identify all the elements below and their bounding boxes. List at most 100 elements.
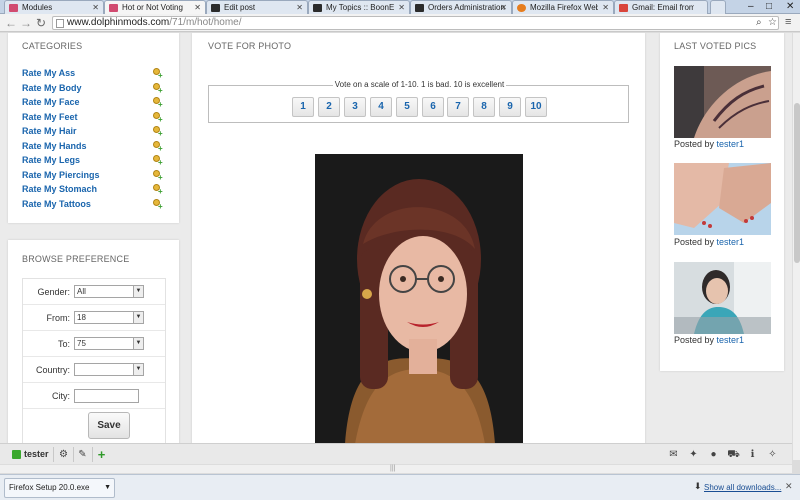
category-link[interactable]: Rate My Body — [22, 83, 82, 93]
scrollbar-thumb[interactable] — [794, 103, 800, 263]
wrench-menu-icon[interactable]: ≡ — [785, 16, 791, 28]
vote-10-button[interactable]: 10 — [525, 97, 547, 117]
award-add-icon[interactable]: + — [153, 141, 165, 153]
scrollbar-grip-icon: ||| — [390, 465, 396, 472]
page-content: CATEGORIES Rate My Ass Rate My Body Rate… — [0, 33, 792, 443]
divider — [53, 447, 54, 462]
vote-5-button[interactable]: 5 — [396, 97, 418, 117]
firefox-favicon-icon — [517, 4, 526, 12]
preference-form: Gender: All ▼ From: 18 ▼ To: 75 ▼ Countr… — [22, 278, 166, 443]
vote-1-button[interactable]: 1 — [292, 97, 314, 117]
new-tab-button[interactable] — [710, 0, 726, 14]
bookmark-star-icon[interactable]: ☆ — [768, 17, 777, 29]
forward-arrow-icon[interactable]: → — [20, 15, 32, 31]
info-icon[interactable]: ℹ — [744, 446, 761, 463]
award-add-icon[interactable]: + — [153, 184, 165, 196]
user-link[interactable]: tester1 — [717, 335, 745, 345]
city-input[interactable] — [74, 389, 139, 403]
close-icon[interactable]: ✕ — [398, 1, 405, 14]
category-link[interactable]: Rate My Piercings — [22, 170, 100, 180]
vote-2-button[interactable]: 2 — [318, 97, 340, 117]
show-all-downloads-link[interactable]: Show all downloads... — [704, 483, 781, 492]
award-add-icon[interactable]: + — [153, 112, 165, 124]
award-add-icon[interactable]: + — [153, 83, 165, 95]
close-icon[interactable]: ✕ — [602, 1, 609, 14]
user-link[interactable]: tester1 — [717, 139, 745, 149]
category-link[interactable]: Rate My Hands — [22, 141, 87, 151]
close-icon[interactable]: ✕ — [785, 481, 793, 492]
online-status-icon — [12, 450, 21, 459]
modules-favicon-icon — [9, 4, 18, 12]
award-add-icon[interactable]: + — [153, 68, 165, 80]
user-link[interactable]: tester1 — [717, 237, 745, 247]
category-link[interactable]: Rate My Face — [22, 97, 80, 107]
tab-modules[interactable]: Modules ✕ — [4, 0, 104, 14]
award-add-icon[interactable]: + — [153, 155, 165, 167]
category-link[interactable]: Rate My Ass — [22, 68, 75, 78]
window-close-icon[interactable]: ✕ — [786, 0, 794, 13]
reload-icon[interactable]: ↻ — [36, 15, 46, 31]
category-link[interactable]: Rate My Legs — [22, 155, 80, 165]
wrench-icon[interactable]: ✧ — [764, 446, 781, 463]
vote-9-button[interactable]: 9 — [499, 97, 521, 117]
mail-icon[interactable]: ✉ — [665, 446, 682, 463]
horizontal-scrollbar[interactable]: ||| — [0, 464, 792, 473]
gender-label: Gender: — [37, 287, 70, 297]
address-bar[interactable]: www.dolphinmods.com/71/m/hot/home/ ⌕ ☆ — [52, 16, 779, 30]
chevron-down-icon[interactable]: ▼ — [104, 479, 111, 497]
tab-mozilla-firefox[interactable]: Mozilla Firefox Web Brow ✕ — [512, 0, 614, 14]
vote-6-button[interactable]: 6 — [422, 97, 444, 117]
tab-strip: Modules ✕ Hot or Not Voting ✕ Edit post … — [0, 0, 800, 14]
back-arrow-icon[interactable]: ← — [5, 15, 17, 31]
zoom-icon[interactable]: ⌕ — [756, 17, 762, 29]
vote-4-button[interactable]: 4 — [370, 97, 392, 117]
category-link[interactable]: Rate My Feet — [22, 112, 78, 122]
award-add-icon[interactable]: + — [153, 97, 165, 109]
tab-hot-or-not[interactable]: Hot or Not Voting ✕ — [104, 0, 206, 14]
age-to-select[interactable]: 75 ▼ — [74, 337, 144, 350]
add-icon[interactable]: + — [93, 446, 110, 463]
award-add-icon[interactable]: + — [153, 199, 165, 211]
save-button[interactable]: Save — [88, 412, 130, 439]
tab-my-topics[interactable]: My Topics :: BoonEx Unit ✕ — [308, 0, 410, 14]
twitter-icon[interactable]: ✦ — [685, 446, 702, 463]
close-icon[interactable]: ✕ — [296, 1, 303, 14]
vertical-scrollbar[interactable] — [792, 33, 800, 460]
award-add-icon[interactable]: + — [153, 126, 165, 138]
site-favicon-icon — [313, 4, 322, 12]
gender-select[interactable]: All ▼ — [74, 285, 144, 298]
tab-gmail[interactable]: Gmail: Email from Goog — [614, 0, 708, 14]
country-row: Country: ▼ — [23, 357, 165, 383]
minimize-icon[interactable]: – — [748, 0, 754, 13]
age-from-select[interactable]: 18 ▼ — [74, 311, 144, 324]
category-link[interactable]: Rate My Hair — [22, 126, 77, 136]
gear-icon[interactable]: ⚙ — [55, 446, 72, 463]
tab-label: Modules — [22, 3, 53, 12]
to-label: To: — [57, 339, 70, 349]
award-add-icon[interactable]: + — [153, 170, 165, 182]
close-icon[interactable]: ✕ — [92, 1, 99, 14]
user-icon[interactable]: ● — [705, 446, 722, 463]
close-icon[interactable]: ✕ — [500, 1, 507, 14]
download-item[interactable]: Firefox Setup 20.0.exe ▼ — [4, 478, 115, 498]
vote-title: VOTE FOR PHOTO — [208, 41, 292, 51]
maximize-icon[interactable]: □ — [766, 0, 772, 13]
last-voted-thumbnail[interactable] — [674, 262, 771, 334]
category-link[interactable]: Rate My Tattoos — [22, 199, 91, 209]
edit-icon[interactable]: ✎ — [74, 446, 91, 463]
tab-edit-post[interactable]: Edit post ✕ — [206, 0, 308, 14]
vote-7-button[interactable]: 7 — [447, 97, 469, 117]
category-link[interactable]: Rate My Stomach — [22, 184, 97, 194]
last-voted-thumbnail[interactable] — [674, 66, 771, 138]
user-menu[interactable]: tester — [10, 447, 49, 462]
last-voted-thumbnail[interactable] — [674, 163, 771, 235]
vote-8-button[interactable]: 8 — [473, 97, 495, 117]
tab-label: Orders Administration — [428, 3, 505, 12]
close-icon[interactable]: ✕ — [194, 1, 201, 14]
tab-orders-admin[interactable]: Orders Administration ✕ — [410, 0, 512, 14]
country-select[interactable]: ▼ — [74, 363, 144, 376]
vote-3-button[interactable]: 3 — [344, 97, 366, 117]
download-icon: ⬇ — [694, 481, 702, 491]
cart-icon[interactable]: ⛟ — [725, 446, 742, 463]
age-from-value: 18 — [77, 313, 86, 322]
